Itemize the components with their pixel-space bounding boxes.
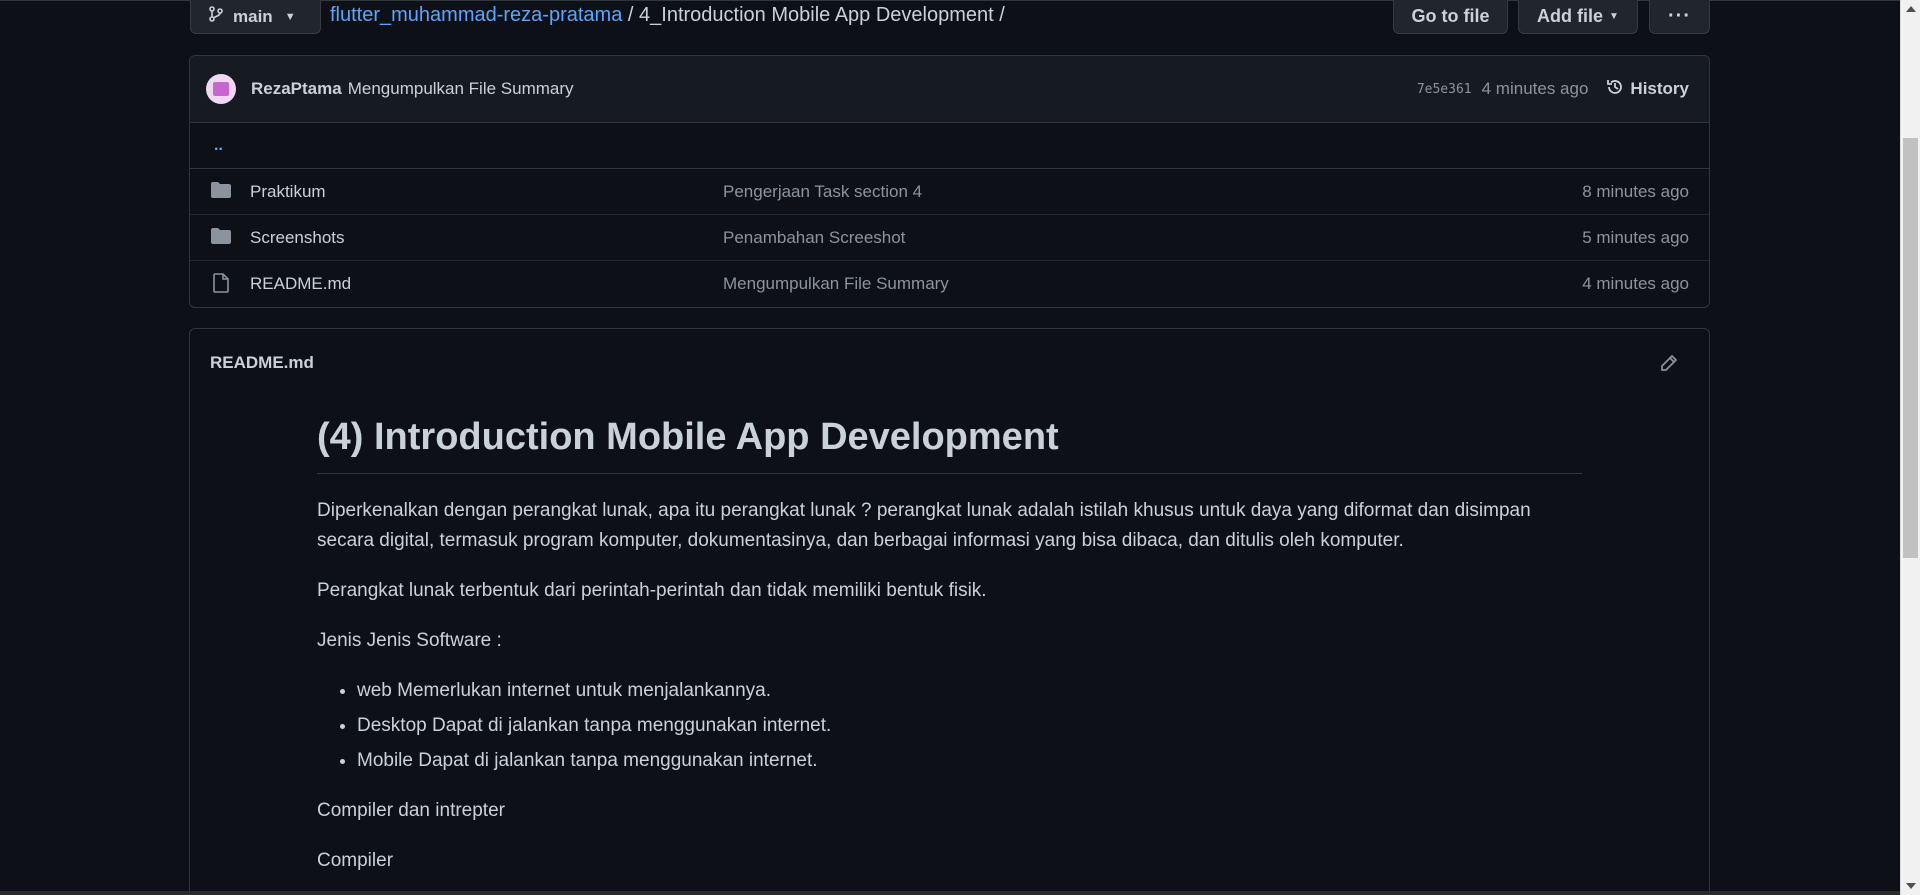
commit-sha[interactable]: 7e5e361: [1417, 82, 1472, 97]
file-time: 4 minutes ago: [1582, 274, 1689, 293]
file-time: 5 minutes ago: [1582, 227, 1689, 247]
file-name[interactable]: Praktikum: [250, 182, 326, 202]
file-list: RezaPtama Mengumpulkan File Summary 7e5e…: [189, 55, 1710, 308]
parent-directory-link[interactable]: ..: [214, 137, 223, 155]
bottom-edge: [0, 891, 1900, 895]
vertical-scrollbar[interactable]: [1900, 0, 1920, 895]
readme-panel: README.md (4) Introduction Mobile App De…: [189, 328, 1710, 895]
scrollbar-thumb[interactable]: [1903, 138, 1918, 558]
commit-time: 4 minutes ago: [1481, 79, 1589, 98]
file-time: 8 minutes ago: [1582, 181, 1689, 201]
breadcrumb-separator: /: [627, 4, 634, 26]
file-name[interactable]: Screenshots: [250, 228, 345, 248]
history-label: History: [1630, 79, 1689, 98]
list-item: Mobile Dapat di jalankan tanpa menggunak…: [357, 746, 1582, 776]
commit-author[interactable]: RezaPtama: [251, 79, 342, 99]
readme-paragraph: Compiler dan intrepter: [317, 799, 505, 821]
file-row[interactable]: README.md Mengumpulkan File Summary 4 mi…: [190, 261, 1709, 307]
file-commit-message[interactable]: Pengerjaan Task section 4: [723, 182, 922, 202]
file-icon: [210, 273, 232, 293]
avatar[interactable]: [206, 74, 236, 104]
breadcrumb: flutter_muhammad-reza-pratama / 4_Introd…: [330, 4, 1005, 27]
file-commit-message[interactable]: Penambahan Screeshot: [723, 228, 905, 248]
parent-directory-row[interactable]: ..: [190, 123, 1709, 169]
branch-select-button[interactable]: main ▼: [190, 0, 321, 34]
file-navigation: main ▼ flutter_muhammad-reza-pratama / 4…: [190, 0, 1710, 36]
branch-name: main: [233, 6, 273, 26]
scroll-down-arrow-icon[interactable]: [1906, 883, 1916, 889]
folder-icon: [210, 181, 232, 201]
add-file-label: Add file: [1537, 6, 1604, 26]
breadcrumb-repo-link[interactable]: flutter_muhammad-reza-pratama: [330, 4, 622, 26]
commit-message[interactable]: Mengumpulkan File Summary: [348, 79, 574, 99]
chevron-down-icon: ▼: [284, 10, 296, 23]
readme-paragraph: Compiler: [317, 849, 394, 871]
folder-icon: [210, 227, 232, 247]
list-item: Desktop Dapat di jalankan tanpa mengguna…: [357, 711, 1582, 741]
readme-paragraph: Diperkenalkan dengan perangkat lunak, ap…: [317, 499, 1531, 551]
list-item: web Memerlukan internet untuk menjalanka…: [357, 676, 1582, 706]
readme-article: (4) Introduction Mobile App Development …: [317, 415, 1582, 895]
file-commit-message[interactable]: Mengumpulkan File Summary: [723, 274, 949, 294]
add-file-button[interactable]: Add file ▼: [1518, 0, 1638, 34]
readme-header: README.md: [190, 329, 1709, 396]
file-name[interactable]: README.md: [250, 274, 351, 294]
readme-filename[interactable]: README.md: [210, 353, 314, 373]
breadcrumb-separator: /: [999, 4, 1005, 26]
file-row[interactable]: Screenshots Penambahan Screeshot 5 minut…: [190, 215, 1709, 261]
readme-title: (4) Introduction Mobile App Development: [317, 415, 1582, 474]
pencil-icon[interactable]: [1659, 353, 1679, 373]
history-link[interactable]: History: [1606, 78, 1689, 101]
chevron-down-icon: ▼: [1609, 11, 1619, 22]
scroll-up-arrow-icon[interactable]: [1906, 6, 1916, 12]
readme-paragraph: Jenis Jenis Software :: [317, 629, 502, 651]
readme-paragraph: Perangkat lunak terbentuk dari perintah-…: [317, 579, 987, 601]
software-types-list: web Memerlukan internet untuk menjalanka…: [357, 676, 1582, 776]
git-branch-icon: [209, 6, 223, 27]
clock-history-icon: [1606, 78, 1624, 101]
breadcrumb-directory: 4_Introduction Mobile App Development: [639, 4, 994, 26]
latest-commit-bar: RezaPtama Mengumpulkan File Summary 7e5e…: [190, 56, 1709, 123]
go-to-file-button[interactable]: Go to file: [1393, 0, 1508, 34]
more-options-button[interactable]: ···: [1649, 0, 1710, 34]
file-row[interactable]: Praktikum Pengerjaan Task section 4 8 mi…: [190, 169, 1709, 215]
